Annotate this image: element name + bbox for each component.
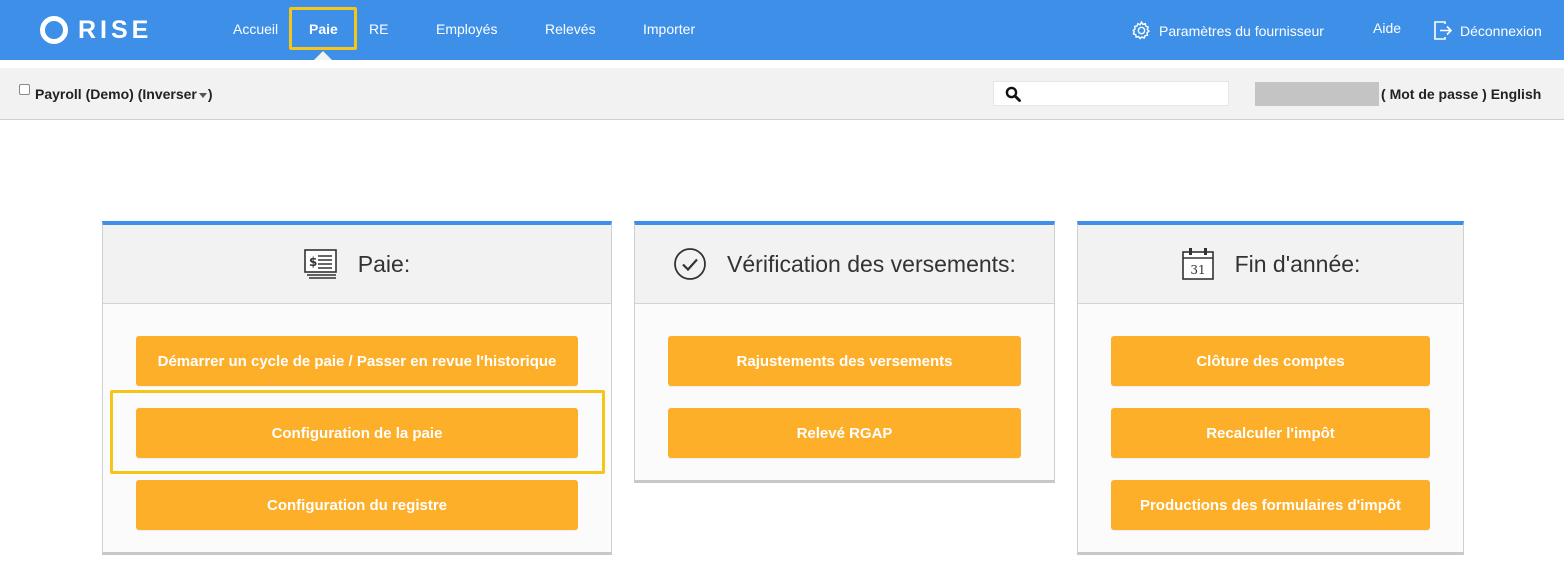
payroll-card-title: Paie: bbox=[357, 250, 411, 277]
payroll-card-header: $ Paie: bbox=[103, 225, 611, 304]
check-circle-icon bbox=[674, 248, 706, 280]
help-label: Aide bbox=[1373, 20, 1402, 36]
account-closing-button[interactable]: Clôture des comptes bbox=[1111, 336, 1430, 386]
remittance-verification-card: Vérification des versements: Rajustement… bbox=[634, 221, 1055, 483]
logout-icon bbox=[1434, 21, 1453, 40]
calendar-day-text: 31 bbox=[1190, 263, 1205, 277]
logo[interactable]: RISE bbox=[40, 14, 152, 46]
tax-forms-production-button[interactable]: Productions des formulaires d'impôt bbox=[1111, 480, 1430, 530]
rgap-statement-button[interactable]: Relevé RGAP bbox=[668, 408, 1021, 458]
gear-icon bbox=[1132, 20, 1150, 40]
account-links: ( Mot de passe ) English bbox=[1381, 86, 1541, 102]
company-bar: Payroll (Demo) (Inverser) ( Mot de passe… bbox=[0, 68, 1564, 120]
logo-ring-icon bbox=[40, 16, 68, 44]
company-selector: Payroll (Demo) (Inverser) bbox=[35, 86, 213, 102]
search-icon[interactable] bbox=[1005, 86, 1021, 102]
remittance-card-title: Vérification des versements: bbox=[727, 250, 1016, 277]
switch-company-dropdown[interactable]: Inverser bbox=[142, 86, 196, 102]
supplier-settings-label: Paramètres du fournisseur bbox=[1159, 22, 1324, 39]
svg-text:$: $ bbox=[309, 255, 317, 269]
remittance-adjustments-button[interactable]: Rajustements des versements bbox=[668, 336, 1021, 386]
payroll-card: $ Paie: Démarrer un cycle de paie / Pass… bbox=[102, 221, 612, 555]
search-box[interactable] bbox=[993, 81, 1229, 106]
register-configuration-button[interactable]: Configuration du registre bbox=[136, 480, 578, 530]
nav-item-employes[interactable]: Employés bbox=[436, 21, 497, 37]
year-end-card-title: Fin d'année: bbox=[1234, 250, 1361, 277]
password-link[interactable]: Mot de passe bbox=[1390, 86, 1479, 102]
supplier-settings-link[interactable]: Paramètres du fournisseur bbox=[1131, 20, 1324, 41]
dropdown-caret-icon[interactable] bbox=[198, 92, 207, 98]
password-open-paren: ( bbox=[1381, 86, 1386, 102]
paie-tab-highlight bbox=[289, 7, 357, 50]
remittance-card-header: Vérification des versements: bbox=[635, 225, 1054, 304]
company-name: Payroll (Demo) bbox=[35, 86, 134, 102]
logout-label: Déconnexion bbox=[1460, 22, 1542, 39]
calendar-icon: 31 bbox=[1181, 248, 1214, 280]
year-end-card-header: 31 Fin d'année: bbox=[1078, 225, 1463, 304]
year-end-card: 31 Fin d'année: Clôture des comptes Reca… bbox=[1077, 221, 1464, 555]
password-close-paren: ) bbox=[1482, 86, 1487, 102]
nav-item-re[interactable]: RE bbox=[369, 21, 388, 37]
payroll-icon: $ bbox=[303, 249, 337, 279]
logo-text: RISE bbox=[78, 15, 153, 44]
help-link[interactable]: Aide bbox=[1373, 20, 1401, 36]
switch-close-paren: ) bbox=[207, 86, 213, 102]
start-payroll-cycle-button[interactable]: Démarrer un cycle de paie / Passer en re… bbox=[136, 336, 578, 386]
top-navigation-bar: RISE Accueil Paie RE Employés Relevés Im… bbox=[0, 0, 1564, 60]
nav-item-accueil[interactable]: Accueil bbox=[233, 21, 278, 37]
nav-item-importer[interactable]: Importer bbox=[643, 21, 695, 37]
username-redacted bbox=[1255, 82, 1379, 106]
payroll-configuration-highlight bbox=[110, 390, 605, 474]
language-link[interactable]: English bbox=[1491, 86, 1542, 102]
nav-item-releves[interactable]: Relevés bbox=[545, 21, 596, 37]
recalculate-tax-button[interactable]: Recalculer l'impôt bbox=[1111, 408, 1430, 458]
logout-link[interactable]: Déconnexion bbox=[1433, 20, 1542, 41]
company-checkbox[interactable] bbox=[19, 84, 30, 95]
search-input[interactable] bbox=[1026, 84, 1226, 105]
active-tab-pointer bbox=[314, 51, 332, 60]
